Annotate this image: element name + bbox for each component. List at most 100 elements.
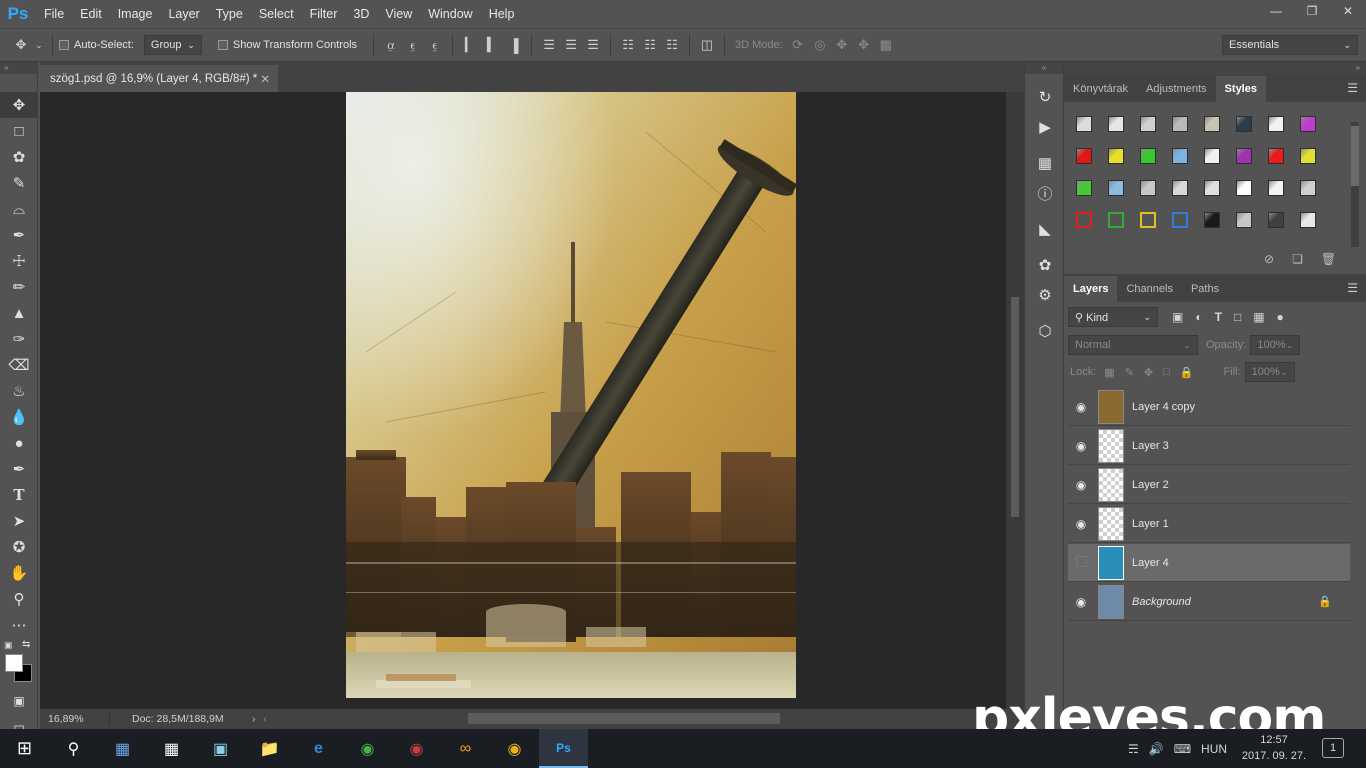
- show-transform-checkbox[interactable]: Show Transform Controls: [217, 39, 357, 51]
- explorer-icon[interactable]: 📁: [245, 729, 294, 768]
- visibility-eye-icon[interactable]: ◉: [1068, 439, 1094, 453]
- keyboard-icon[interactable]: ⌨: [1174, 742, 1191, 756]
- tab-channels[interactable]: Channels: [1117, 276, 1181, 302]
- style-swatch[interactable]: [1236, 116, 1252, 132]
- store-icon[interactable]: ▦: [98, 729, 147, 768]
- distribute-left-icon[interactable]: ☷: [617, 34, 639, 56]
- properties-icon[interactable]: ▦: [1025, 148, 1065, 178]
- restore-icon[interactable]: ❐: [1294, 0, 1330, 22]
- clock[interactable]: 12:57 2017. 09. 27.: [1238, 732, 1310, 764]
- layer-row[interactable]: ◉ Background 🔒: [1068, 583, 1350, 621]
- align-bottom-icon[interactable]: ⍷: [424, 34, 446, 56]
- 3d-roll-icon[interactable]: ◎: [809, 34, 831, 56]
- blend-mode-dropdown[interactable]: Normal ⌄: [1068, 335, 1198, 355]
- style-swatch[interactable]: [1204, 212, 1220, 228]
- minimize-icon[interactable]: —: [1258, 0, 1294, 22]
- workspace-dropdown[interactable]: Essentials ⌄: [1222, 35, 1358, 55]
- move-tool[interactable]: ✥: [0, 92, 38, 118]
- style-swatch[interactable]: [1140, 180, 1156, 196]
- panels-collapse-icon[interactable]: »: [1064, 62, 1366, 74]
- history-brush-tool[interactable]: ✑: [0, 326, 38, 352]
- style-swatch[interactable]: [1236, 212, 1252, 228]
- style-swatch[interactable]: [1076, 212, 1092, 228]
- status-menu-arrow-icon[interactable]: ›: [252, 713, 256, 725]
- lock-artboard-icon[interactable]: □: [1163, 366, 1170, 378]
- lock-image-icon[interactable]: ✎: [1125, 366, 1134, 379]
- menu-3d[interactable]: 3D: [345, 0, 377, 28]
- style-swatch[interactable]: [1268, 212, 1284, 228]
- style-swatch[interactable]: [1140, 116, 1156, 132]
- lock-position-icon[interactable]: ✥: [1144, 366, 1153, 379]
- brush-settings-icon[interactable]: ⚙: [1025, 280, 1065, 310]
- notes-icon[interactable]: ▣: [196, 729, 245, 768]
- style-swatch[interactable]: [1300, 148, 1316, 164]
- zoom-tool[interactable]: ⚲: [0, 586, 38, 612]
- lock-transparent-icon[interactable]: ▦: [1104, 366, 1114, 379]
- doc-info[interactable]: Doc: 28,5M/188,9M: [132, 713, 242, 725]
- menu-filter[interactable]: Filter: [302, 0, 346, 28]
- distribute-vcenter-icon[interactable]: ☰: [560, 34, 582, 56]
- close-tab-icon[interactable]: ✕: [260, 72, 270, 86]
- menu-help[interactable]: Help: [481, 0, 523, 28]
- style-swatch[interactable]: [1300, 212, 1316, 228]
- calculator-icon[interactable]: ▦: [147, 729, 196, 768]
- visibility-eye-icon[interactable]: ◉: [1068, 478, 1094, 492]
- style-swatch[interactable]: [1108, 180, 1124, 196]
- style-swatch[interactable]: [1268, 180, 1284, 196]
- pen-tool[interactable]: ✒: [0, 456, 38, 482]
- layer-name[interactable]: Layer 2: [1132, 479, 1169, 491]
- info-icon[interactable]: ⓘ: [1025, 178, 1065, 208]
- style-swatch[interactable]: [1108, 116, 1124, 132]
- hand-tool[interactable]: ✋: [0, 560, 38, 586]
- media-icon[interactable]: ◉: [392, 729, 441, 768]
- tab-libraries[interactable]: Könyvtárak: [1064, 76, 1137, 102]
- wifi-icon[interactable]: ☴: [1128, 742, 1139, 756]
- align-right-icon[interactable]: ▐: [503, 34, 525, 56]
- visibility-eye-icon[interactable]: ◉: [1068, 400, 1094, 414]
- 3d-scale-icon[interactable]: ▩: [875, 34, 897, 56]
- clear-style-icon[interactable]: ⊘: [1264, 252, 1274, 266]
- style-swatch[interactable]: [1108, 212, 1124, 228]
- layer-name[interactable]: Layer 1: [1132, 518, 1169, 530]
- lock-all-icon[interactable]: 🔒: [1180, 366, 1194, 379]
- align-left-icon[interactable]: ▎: [459, 34, 481, 56]
- opacity-field[interactable]: 100% ⌄: [1250, 335, 1301, 355]
- actions-play-icon[interactable]: ▶: [1025, 112, 1065, 142]
- layer-row[interactable]: ◉ Layer 1: [1068, 505, 1350, 543]
- style-swatch[interactable]: [1140, 148, 1156, 164]
- document-tab[interactable]: szög1.psd @ 16,9% (Layer 4, RGB/8#) * ✕: [40, 65, 278, 92]
- menu-window[interactable]: Window: [420, 0, 480, 28]
- layer-row[interactable]: ◉ Layer 3: [1068, 427, 1350, 465]
- show-transform-box[interactable]: [217, 40, 228, 50]
- filter-type-icon[interactable]: T: [1215, 310, 1222, 324]
- scroll-left-icon[interactable]: ‹: [264, 713, 268, 725]
- 3d-slide-icon[interactable]: ✥: [853, 34, 875, 56]
- default-colors-icon[interactable]: ▣: [4, 640, 13, 651]
- kind-filter-dropdown[interactable]: ⚲ Kind ⌄: [1068, 307, 1158, 327]
- dodge-tool[interactable]: ●: [0, 430, 38, 456]
- edge-icon[interactable]: e: [294, 729, 343, 768]
- menu-image[interactable]: Image: [110, 0, 161, 28]
- styles-scroll-thumb[interactable]: [1351, 126, 1359, 186]
- layer-row[interactable]: ◉ Layer 4 copy: [1068, 388, 1350, 426]
- brush-tool[interactable]: ✏: [0, 274, 38, 300]
- tab-paths[interactable]: Paths: [1182, 276, 1228, 302]
- filter-pixel-icon[interactable]: ▣: [1172, 310, 1183, 324]
- utorrent-icon[interactable]: ◉: [343, 729, 392, 768]
- tab-styles[interactable]: Styles: [1215, 76, 1266, 102]
- move-tool-icon[interactable]: ✥: [10, 34, 32, 56]
- style-swatch[interactable]: [1140, 212, 1156, 228]
- visibility-eye-icon[interactable]: ◉: [1068, 595, 1094, 609]
- eyedropper-tool[interactable]: ✒: [0, 222, 38, 248]
- language-indicator[interactable]: HUN: [1201, 742, 1227, 756]
- swap-colors-icon[interactable]: ⇆: [22, 639, 30, 650]
- path-select-tool[interactable]: ➤: [0, 508, 38, 534]
- type-tool[interactable]: T: [0, 482, 38, 508]
- distribute-bottom-icon[interactable]: ☰: [582, 34, 604, 56]
- style-swatch[interactable]: [1204, 116, 1220, 132]
- clone-stamp-tool[interactable]: ▲: [0, 300, 38, 326]
- eraser-tool[interactable]: ⌫: [0, 352, 38, 378]
- close-icon[interactable]: ✕: [1330, 0, 1366, 22]
- layer-name[interactable]: Layer 4: [1132, 557, 1169, 569]
- tool-preset-chevron-icon[interactable]: ⌄: [32, 34, 46, 56]
